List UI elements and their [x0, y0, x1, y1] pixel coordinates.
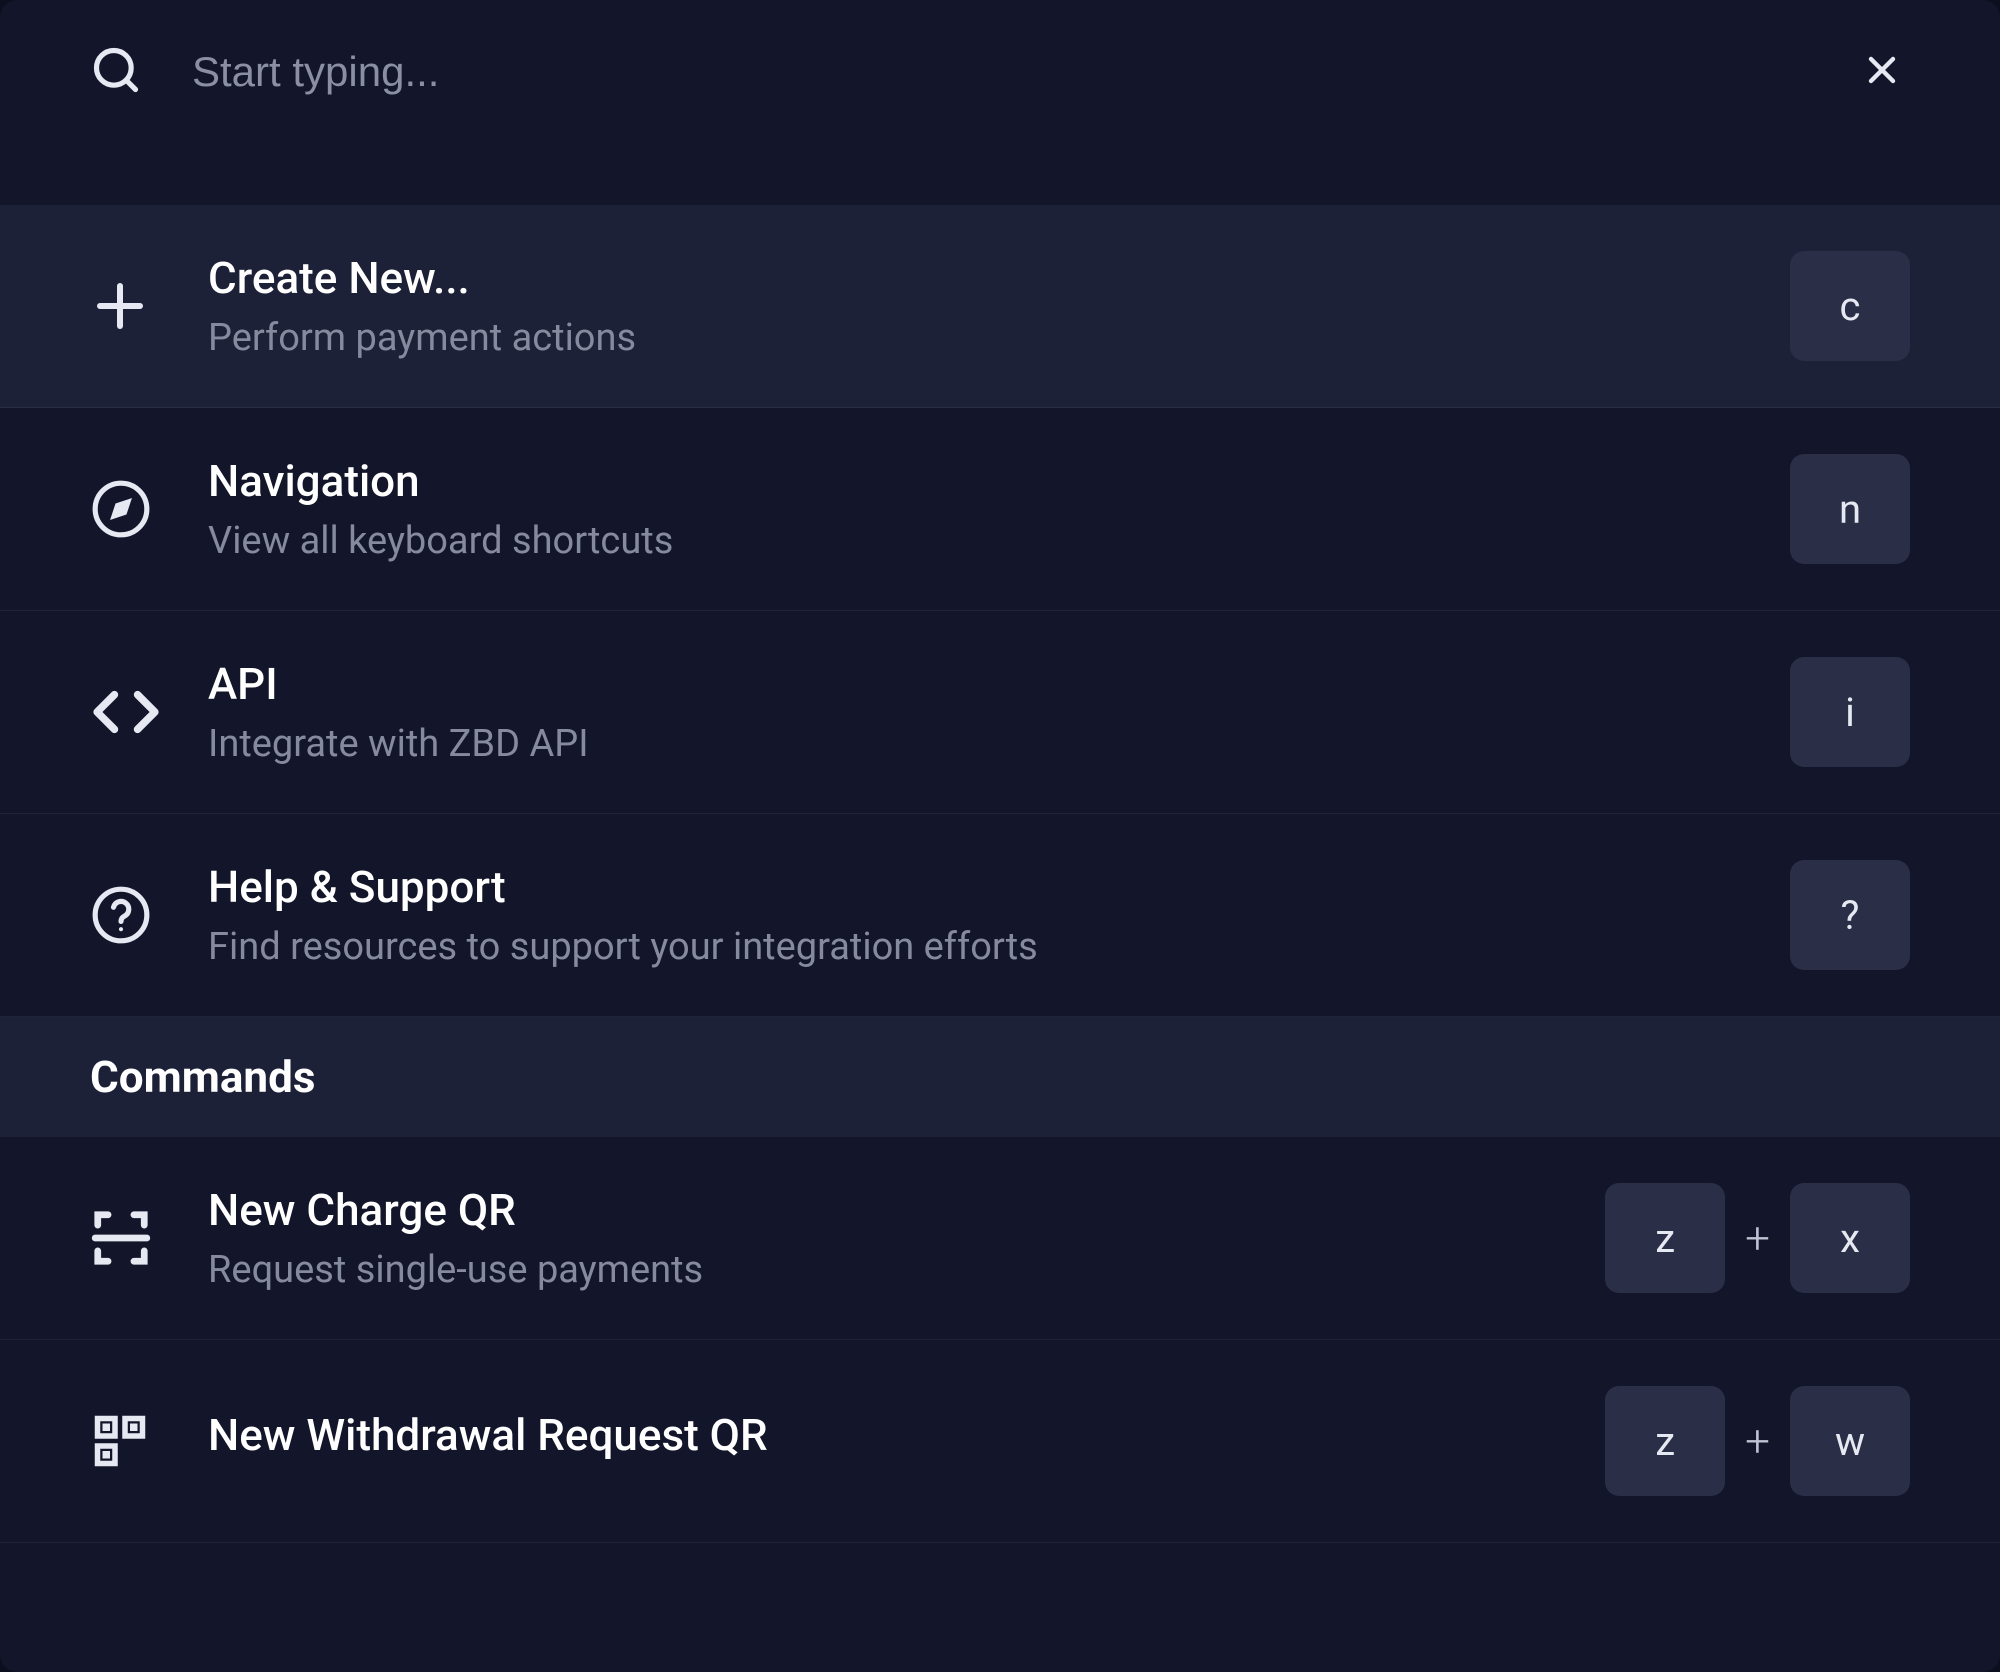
item-text: New Withdrawal Request QR [208, 1409, 1559, 1473]
item-text: Help & Support Find resources to support… [208, 861, 1744, 969]
item-title: Navigation [208, 455, 1744, 507]
shortcut-key: n [1790, 454, 1910, 564]
item-text: Create New... Perform payment actions [208, 252, 1744, 360]
compass-icon [90, 478, 162, 540]
shortcut-keys: c [1790, 251, 1910, 361]
shortcut-key: x [1790, 1183, 1910, 1293]
section-header-commands: Commands [0, 1017, 2000, 1137]
item-navigation[interactable]: Navigation View all keyboard shortcuts n [0, 408, 2000, 611]
shortcut-key: z [1605, 1183, 1725, 1293]
shortcut-key: w [1790, 1386, 1910, 1496]
command-new-charge-qr[interactable]: New Charge QR Request single-use payment… [0, 1137, 2000, 1340]
shortcut-keys: z + w [1605, 1386, 1910, 1496]
search-icon [90, 44, 142, 100]
shortcut-plus: + [1745, 1415, 1770, 1467]
search-row [0, 0, 2000, 143]
shortcut-keys: ? [1790, 860, 1910, 970]
item-text: New Charge QR Request single-use payment… [208, 1184, 1559, 1292]
item-desc: Request single-use payments [208, 1248, 1559, 1292]
item-title: Create New... [208, 252, 1744, 304]
item-text: API Integrate with ZBD API [208, 658, 1744, 766]
search-input[interactable] [192, 48, 1804, 96]
item-title: New Withdrawal Request QR [208, 1409, 1559, 1461]
shortcut-key: c [1790, 251, 1910, 361]
item-desc: Find resources to support your integrati… [208, 925, 1744, 969]
results-list[interactable]: Create New... Perform payment actions c … [0, 205, 2000, 1672]
item-desc: Perform payment actions [208, 316, 1744, 360]
item-help-support[interactable]: Help & Support Find resources to support… [0, 814, 2000, 1017]
item-text: Navigation View all keyboard shortcuts [208, 455, 1744, 563]
item-desc: Integrate with ZBD API [208, 722, 1744, 766]
qr-icon [90, 1411, 162, 1471]
shortcut-keys: z + x [1605, 1183, 1910, 1293]
item-desc: View all keyboard shortcuts [208, 519, 1744, 563]
plus-icon [90, 276, 162, 336]
code-icon [90, 686, 162, 738]
shortcut-key: ? [1790, 860, 1910, 970]
item-title: New Charge QR [208, 1184, 1559, 1236]
item-title: Help & Support [208, 861, 1744, 913]
shortcut-plus: + [1745, 1212, 1770, 1264]
item-api[interactable]: API Integrate with ZBD API i [0, 611, 2000, 814]
scan-icon [90, 1207, 162, 1269]
close-button[interactable] [1854, 42, 1910, 101]
shortcut-key: z [1605, 1386, 1725, 1496]
item-title: API [208, 658, 1744, 710]
command-palette: Create New... Perform payment actions c … [0, 0, 2000, 1672]
shortcut-keys: i [1790, 657, 1910, 767]
shortcut-keys: n [1790, 454, 1910, 564]
item-create-new[interactable]: Create New... Perform payment actions c [0, 205, 2000, 408]
command-new-withdrawal-request-qr[interactable]: New Withdrawal Request QR z + w [0, 1340, 2000, 1543]
close-icon [1860, 80, 1904, 95]
shortcut-key: i [1790, 657, 1910, 767]
help-icon [90, 884, 162, 946]
